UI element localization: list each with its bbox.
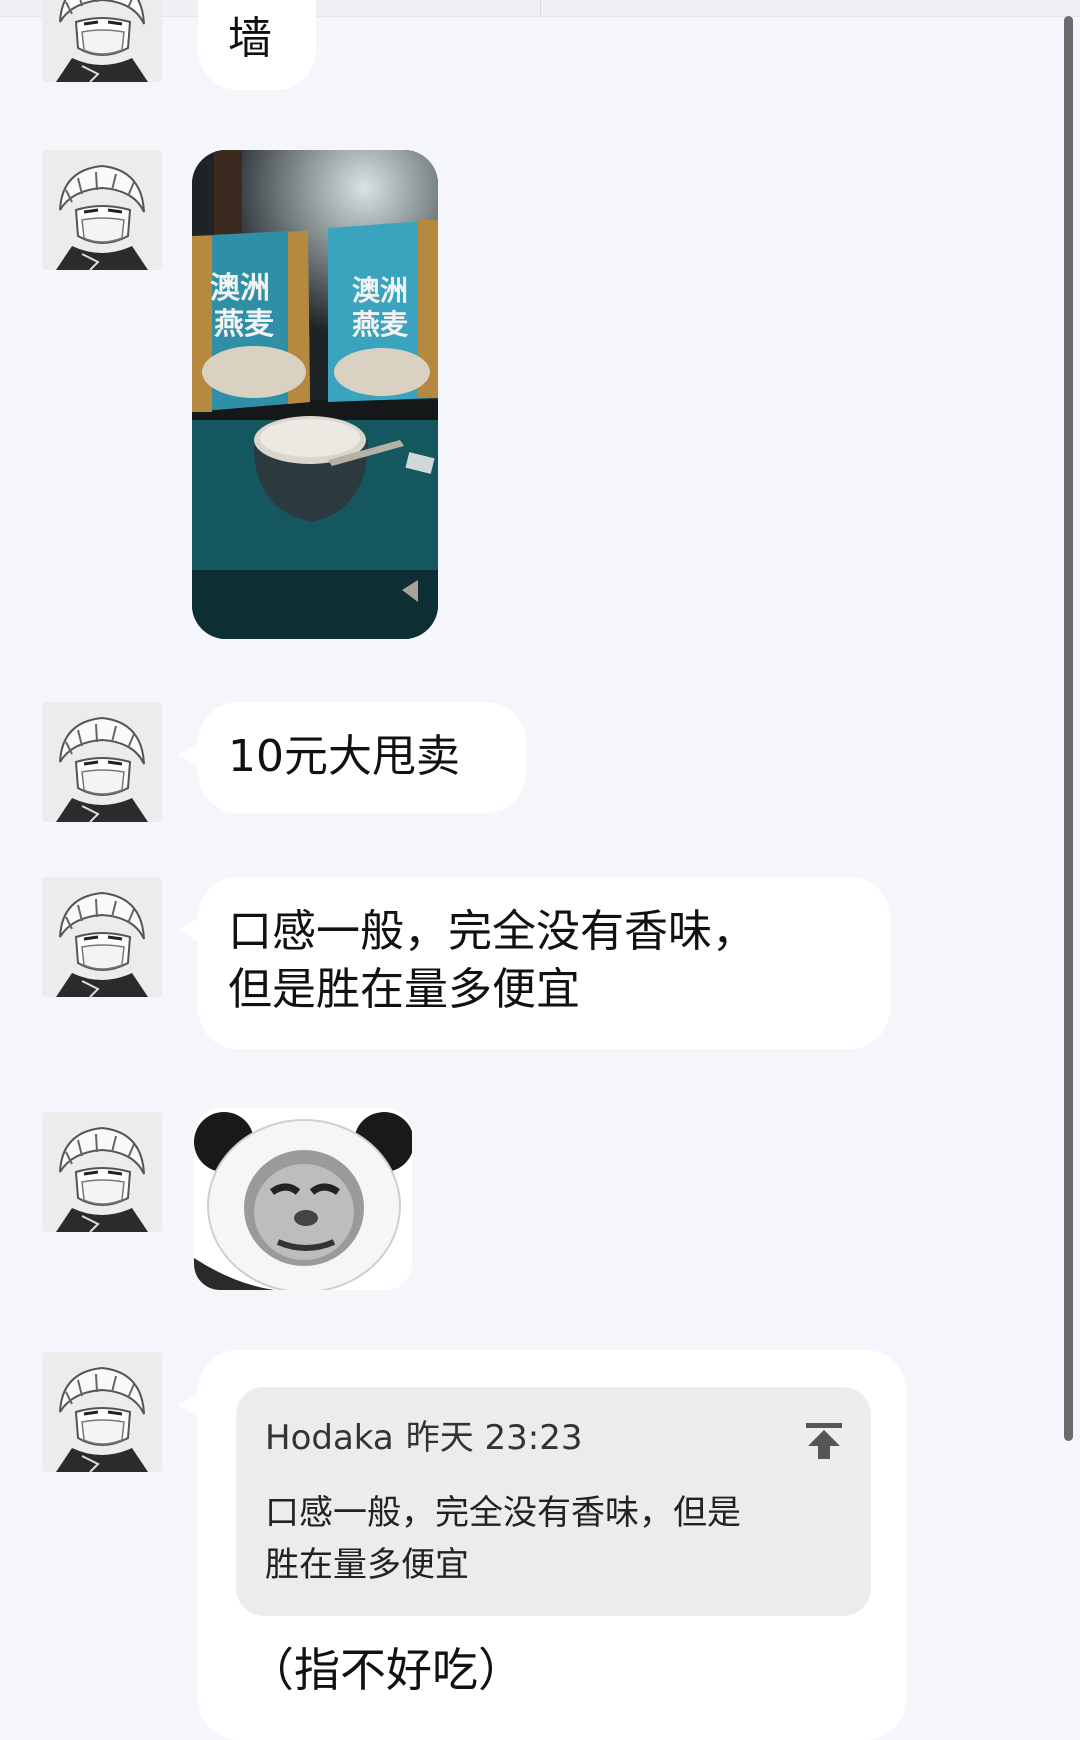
svg-text:燕麦: 燕麦 <box>352 308 409 341</box>
message-bubble[interactable]: 墙 <box>198 0 316 90</box>
avatar-image <box>42 1112 162 1232</box>
avatar-image <box>42 0 162 82</box>
avatar[interactable] <box>42 0 162 82</box>
avatar-image <box>42 1352 162 1472</box>
reply-text: （指不好吃） <box>248 1643 524 1697</box>
panda-face-sticker <box>194 1108 412 1290</box>
top-bar <box>0 0 1080 17</box>
avatar[interactable] <box>42 150 162 270</box>
scrollbar[interactable] <box>1064 16 1073 1441</box>
quoted-message[interactable]: Hodaka 昨天 23:23 口感一般，完全没有香味，但是 胜在量多便宜 <box>236 1387 871 1616</box>
avatar[interactable] <box>42 702 162 822</box>
message-bubble[interactable]: 口感一般，完全没有香味， 但是胜在量多便宜 <box>198 877 890 1049</box>
message-bubble[interactable]: 10元大甩卖 <box>198 702 526 813</box>
message-text: 墙 <box>228 13 272 64</box>
photo-message[interactable]: 澳洲 燕麦 澳洲 燕麦 <box>192 150 438 639</box>
svg-text:燕麦: 燕麦 <box>214 307 275 342</box>
sticker-message[interactable] <box>194 1108 412 1290</box>
avatar-image <box>42 702 162 822</box>
avatar[interactable] <box>42 1112 162 1232</box>
quote-line-2: 胜在量多便宜 <box>265 1545 469 1585</box>
quote-line-1: 口感一般，完全没有香味，但是 <box>265 1493 741 1533</box>
top-bar-divider <box>540 0 541 16</box>
avatar[interactable] <box>42 877 162 997</box>
quote-sender: Hodaka <box>265 1418 394 1458</box>
quote-header: Hodaka 昨天 23:23 <box>265 1417 583 1459</box>
avatar[interactable] <box>42 1352 162 1472</box>
message-text-line-1: 口感一般，完全没有香味， <box>228 906 756 957</box>
quote-time: 昨天 23:23 <box>405 1418 583 1458</box>
avatar-image <box>42 150 162 270</box>
svg-text:澳洲: 澳洲 <box>210 271 270 306</box>
message-text: 10元大甩卖 <box>228 731 460 782</box>
svg-text:澳洲: 澳洲 <box>352 274 408 307</box>
quote-body: 口感一般，完全没有香味，但是 胜在量多便宜 <box>265 1487 825 1591</box>
avatar-image <box>42 877 162 997</box>
oatmeal-photo: 澳洲 燕麦 澳洲 燕麦 <box>192 150 438 639</box>
message-text-line-2: 但是胜在量多便宜 <box>228 964 580 1015</box>
jump-to-top-icon[interactable] <box>802 1419 846 1463</box>
